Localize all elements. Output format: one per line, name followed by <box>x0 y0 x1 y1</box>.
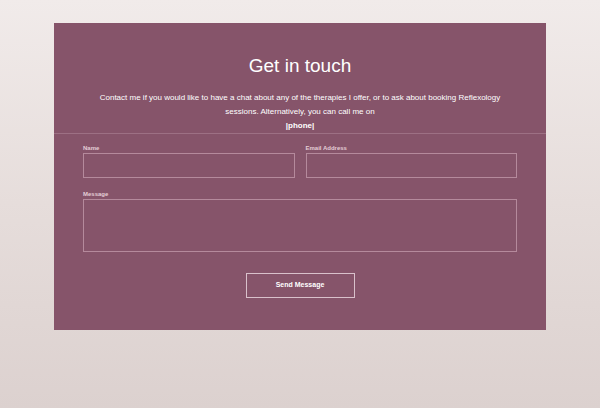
field-label: Message <box>83 190 517 198</box>
send-button[interactable]: Send Message <box>246 273 355 298</box>
contact-intro: Contact me if you would like to have a c… <box>95 91 505 133</box>
phone-number: |phone| <box>95 119 505 133</box>
contact-form: Name Email Address Message Send Message <box>54 134 546 298</box>
field-row: Name Email Address <box>83 144 517 178</box>
intro-text: Contact me if you would like to have a c… <box>95 91 505 119</box>
divider <box>54 133 546 134</box>
contact-title: Get in touch <box>54 23 546 78</box>
form-field: Name <box>83 144 295 178</box>
contact-card: Get in touch Contact me if you would like… <box>54 23 546 330</box>
form-field: Email Address <box>306 144 518 178</box>
text-input[interactable] <box>306 153 518 178</box>
message-textarea[interactable] <box>83 199 517 252</box>
text-input[interactable] <box>83 153 295 178</box>
field-label: Email Address <box>306 144 518 152</box>
form-field: Message <box>83 190 517 252</box>
field-label: Name <box>83 144 295 152</box>
page: Get in touch Contact me if you would like… <box>0 0 600 408</box>
